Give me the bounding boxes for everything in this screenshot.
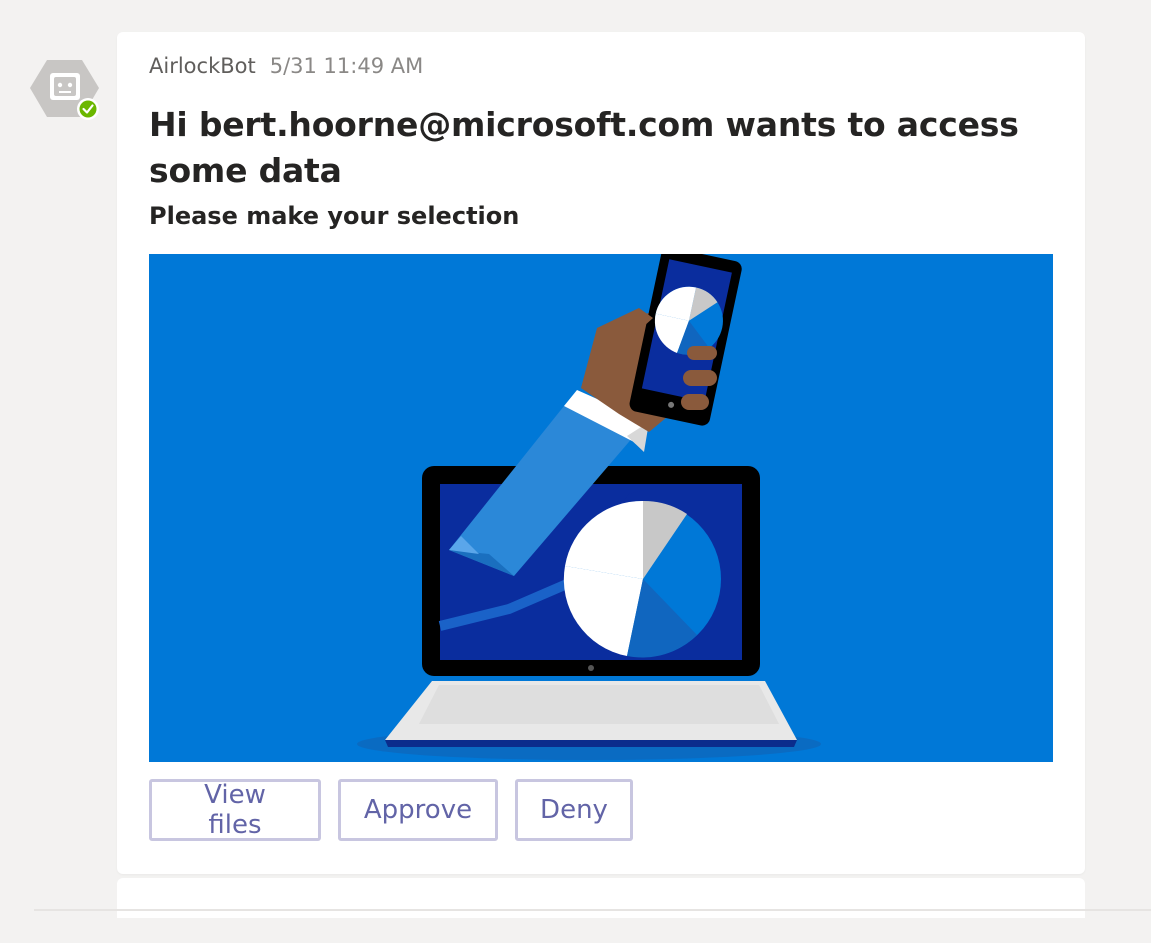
presence-available-icon (77, 98, 99, 120)
message-timestamp: 5/31 11:49 AM (269, 54, 424, 78)
hero-image (149, 254, 1053, 762)
laptop-phone-pie-chart-icon (149, 254, 1053, 762)
sender-name[interactable]: AirlockBot (149, 54, 256, 78)
bot-avatar[interactable] (30, 57, 100, 123)
card-title: Hi bert.hoorne@microsoft.com wants to ac… (149, 105, 1019, 190)
action-buttons: View files Approve Deny (149, 779, 650, 841)
approve-button[interactable]: Approve (338, 779, 498, 841)
divider (34, 909, 1151, 911)
view-files-button[interactable]: View files (149, 779, 321, 841)
card-subtitle: Please make your selection (149, 202, 520, 230)
next-message-card (117, 878, 1085, 918)
deny-button[interactable]: Deny (515, 779, 633, 841)
bot-icon (30, 60, 99, 120)
chat-canvas: AirlockBot 5/31 11:49 AM Hi bert.hoorne@m… (0, 0, 1151, 943)
message-card: AirlockBot 5/31 11:49 AM Hi bert.hoorne@m… (117, 32, 1085, 874)
message-header: AirlockBot 5/31 11:49 AM (149, 54, 423, 78)
